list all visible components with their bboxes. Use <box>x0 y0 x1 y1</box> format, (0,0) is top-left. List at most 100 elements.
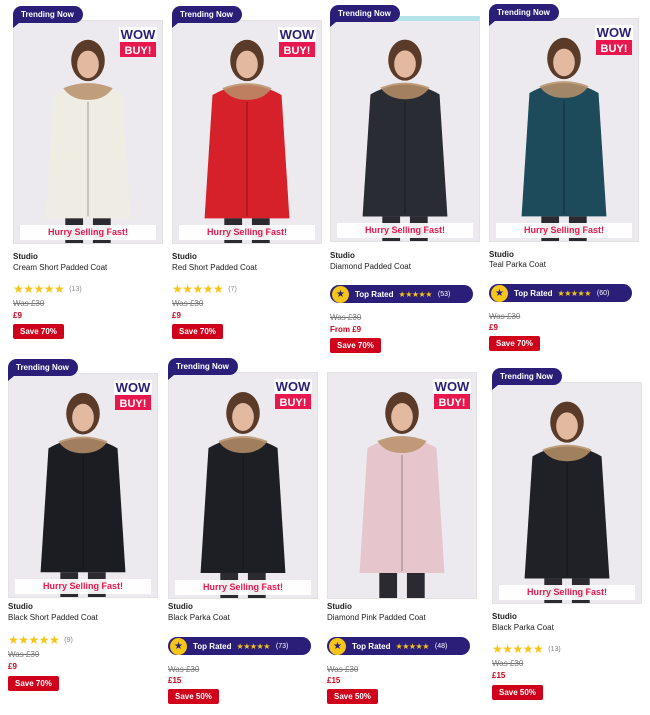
wow-buy-badge: WOW BUY! <box>114 380 152 410</box>
review-count[interactable]: (7) <box>228 286 237 293</box>
product-brand: Studio <box>489 250 514 259</box>
trophy-icon: ★ <box>491 284 508 302</box>
top-rated-badge: ★ Top Rated ★★★★★ (48) <box>327 637 470 655</box>
rating-stars: ★★★★★ <box>8 633 60 647</box>
review-count[interactable]: (9) <box>64 637 73 644</box>
rating-stars: ★★★★★ <box>395 641 430 651</box>
product-image[interactable]: Hurry Selling Fast! <box>492 382 642 604</box>
product-rating: ★★★★★ (13) <box>13 282 82 296</box>
hurry-selling-fast-banner: Hurry Selling Fast! <box>499 585 635 600</box>
product-brand: Studio <box>8 602 33 611</box>
was-price: Was £30 <box>168 665 200 674</box>
product-name[interactable]: Cream Short Padded Coat <box>13 263 107 272</box>
top-rated-label: Top Rated <box>193 641 232 651</box>
save-badge: Save 50% <box>327 689 378 704</box>
sale-price: £15 <box>327 676 341 685</box>
hurry-selling-fast-banner: Hurry Selling Fast! <box>496 223 632 238</box>
sale-price: £9 <box>172 311 181 320</box>
top-rated-badge: ★ Top Rated ★★★★★ (60) <box>489 284 632 302</box>
product-card[interactable]: WOW BUY! Hurry Selling Fast! Trending Now … <box>168 355 318 710</box>
product-image[interactable]: WOW BUY! <box>327 372 477 599</box>
svg-text:WOW: WOW <box>597 25 632 40</box>
trending-now-badge: Trending Now <box>168 358 238 380</box>
product-name[interactable]: Diamond Pink Padded Coat <box>327 613 426 622</box>
top-rated-label: Top Rated <box>355 289 394 299</box>
review-count[interactable]: (53) <box>438 291 450 298</box>
product-card[interactable]: Hurry Selling Fast! Trending Now Studio … <box>492 365 642 710</box>
svg-text:WOW: WOW <box>121 27 156 42</box>
review-count[interactable]: (48) <box>435 643 447 650</box>
save-badge: Save 70% <box>489 336 540 351</box>
product-card[interactable]: WOW BUY! Hurry Selling Fast! Trending Now … <box>8 355 158 695</box>
product-brand: Studio <box>492 612 517 621</box>
save-badge: Save 70% <box>13 324 64 339</box>
review-count[interactable]: (13) <box>69 286 81 293</box>
save-badge: Save 70% <box>172 324 223 339</box>
product-card[interactable]: WOW BUY! Hurry Selling Fast! Trending Now … <box>13 0 163 345</box>
trophy-icon: ★ <box>332 285 349 303</box>
review-count[interactable]: (13) <box>548 646 560 653</box>
svg-text:BUY!: BUY! <box>280 397 307 409</box>
wow-buy-badge: WOW BUY! <box>274 379 312 409</box>
was-price: Was £30 <box>172 299 204 308</box>
trending-now-badge: Trending Now <box>13 6 83 28</box>
product-card[interactable]: WOW BUY! Hurry Selling Fast! Trending Now … <box>172 0 322 345</box>
hurry-selling-fast-banner: Hurry Selling Fast! <box>20 225 156 240</box>
review-count[interactable]: (60) <box>597 290 609 297</box>
svg-text:BUY!: BUY! <box>120 398 147 410</box>
product-name[interactable]: Teal Parka Coat <box>489 260 546 269</box>
product-image[interactable]: WOW BUY! Hurry Selling Fast! <box>489 18 639 242</box>
was-price: Was £30 <box>13 299 45 308</box>
rating-stars: ★★★★★ <box>172 282 224 296</box>
trending-now-badge: Trending Now <box>492 368 562 390</box>
trending-now-badge: Trending Now <box>8 359 78 381</box>
product-card[interactable]: WOW BUY! Studio Diamond Pink Padded Coat … <box>327 355 477 710</box>
save-badge: Save 70% <box>330 338 381 353</box>
save-badge: Save 70% <box>8 676 59 691</box>
product-name[interactable]: Red Short Padded Coat <box>172 263 257 272</box>
trending-now-badge: Trending Now <box>172 6 242 28</box>
save-badge: Save 50% <box>492 685 543 700</box>
product-name[interactable]: Diamond Padded Coat <box>330 262 411 271</box>
product-brand: Studio <box>13 252 38 261</box>
sale-price: £9 <box>8 662 17 671</box>
product-rating: ★★★★★ (9) <box>8 633 73 647</box>
rating-stars: ★★★★★ <box>492 642 544 656</box>
product-rating: ★★★★★ (7) <box>172 282 237 296</box>
product-brand: Studio <box>168 602 193 611</box>
product-card[interactable]: WOW BUY! Hurry Selling Fast! Trending Now … <box>489 0 639 355</box>
rating-stars: ★★★★★ <box>13 282 65 296</box>
top-rated-label: Top Rated <box>514 288 553 298</box>
product-image[interactable]: Hurry Selling Fast! <box>330 16 480 242</box>
trophy-icon: ★ <box>170 637 187 655</box>
rating-stars: ★★★★★ <box>236 641 271 651</box>
product-image[interactable]: WOW BUY! Hurry Selling Fast! <box>13 20 163 244</box>
review-count[interactable]: (73) <box>276 643 288 650</box>
was-price: Was £30 <box>330 313 362 322</box>
trending-now-badge: Trending Now <box>330 5 400 27</box>
svg-text:WOW: WOW <box>435 379 470 394</box>
save-badge: Save 50% <box>168 689 219 704</box>
was-price: Was £30 <box>489 312 521 321</box>
product-card[interactable]: Hurry Selling Fast! Trending Now Studio … <box>330 0 480 355</box>
svg-text:BUY!: BUY! <box>601 43 628 55</box>
product-brand: Studio <box>327 602 352 611</box>
rating-stars: ★★★★★ <box>557 288 592 298</box>
svg-text:BUY!: BUY! <box>125 45 152 57</box>
trophy-icon: ★ <box>329 637 346 655</box>
product-name[interactable]: Black Short Padded Coat <box>8 613 98 622</box>
product-brand: Studio <box>172 252 197 261</box>
product-name[interactable]: Black Parka Coat <box>492 623 554 632</box>
was-price: Was £30 <box>327 665 359 674</box>
product-image[interactable]: WOW BUY! Hurry Selling Fast! <box>8 373 158 598</box>
svg-text:WOW: WOW <box>276 379 311 394</box>
model-photo <box>331 21 479 241</box>
product-image[interactable]: WOW BUY! Hurry Selling Fast! <box>172 20 322 244</box>
sale-price: From £9 <box>330 325 362 334</box>
top-rated-badge: ★ Top Rated ★★★★★ (53) <box>330 285 473 303</box>
product-image[interactable]: WOW BUY! Hurry Selling Fast! <box>168 372 318 599</box>
wow-buy-badge: WOW BUY! <box>595 25 633 55</box>
product-brand: Studio <box>330 251 355 260</box>
product-name[interactable]: Black Parka Coat <box>168 613 230 622</box>
top-rated-badge: ★ Top Rated ★★★★★ (73) <box>168 637 311 655</box>
